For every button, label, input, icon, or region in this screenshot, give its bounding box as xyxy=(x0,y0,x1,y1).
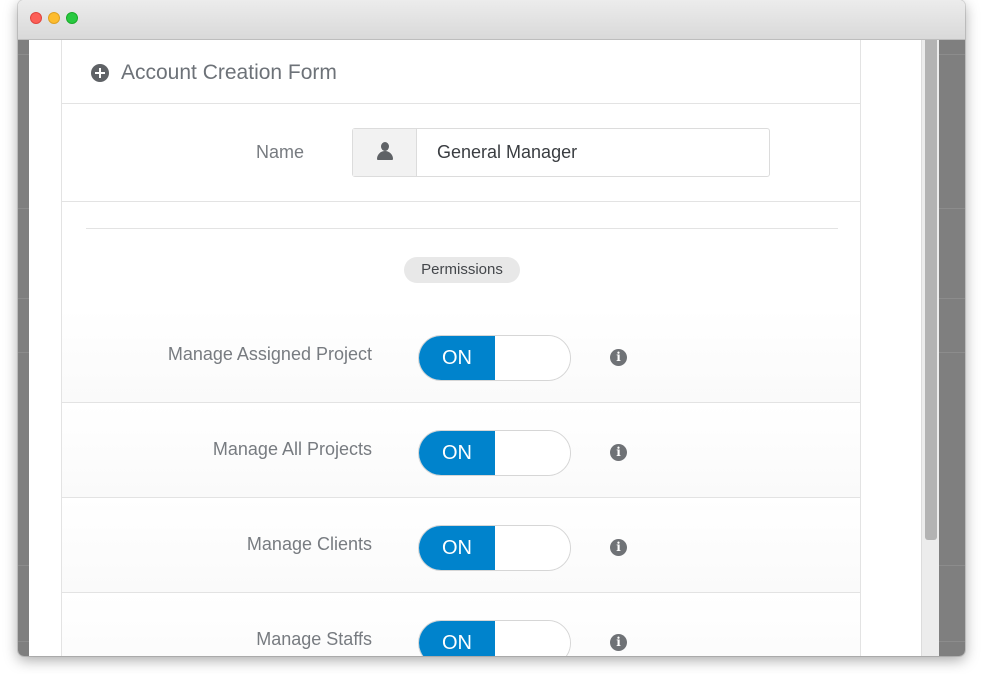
toggle-on-label: ON xyxy=(419,621,495,656)
permission-row-manage-assigned-project: Manage Assigned Project ON i xyxy=(62,308,860,403)
info-icon[interactable]: i xyxy=(610,539,627,556)
permission-label: Manage Staffs xyxy=(256,629,372,649)
name-input[interactable] xyxy=(417,129,769,176)
toggle-manage-assigned-project[interactable]: ON xyxy=(418,335,571,381)
window-titlebar xyxy=(18,0,965,40)
permission-label: Manage All Projects xyxy=(212,439,372,459)
minimize-window-button[interactable] xyxy=(48,12,60,24)
toggle-manage-staffs[interactable]: ON xyxy=(418,620,571,656)
toggle-manage-all-projects[interactable]: ON xyxy=(418,430,571,476)
toggle-off-side xyxy=(495,526,570,570)
info-icon[interactable]: i xyxy=(610,444,627,461)
toggle-on-label: ON xyxy=(419,336,495,380)
name-label: Name xyxy=(255,142,304,162)
toggle-manage-clients[interactable]: ON xyxy=(418,525,571,571)
permission-row-manage-all-projects: Manage All Projects ON i xyxy=(62,403,860,498)
close-window-button[interactable] xyxy=(30,12,42,24)
user-icon xyxy=(375,141,395,163)
permission-label: Manage Clients xyxy=(246,534,372,554)
toggle-off-side xyxy=(495,336,570,380)
maximize-window-button[interactable] xyxy=(66,12,78,24)
name-input-group xyxy=(352,128,770,177)
permissions-badge: Permissions xyxy=(404,257,520,283)
plus-circle-icon xyxy=(91,64,109,82)
info-icon[interactable]: i xyxy=(610,634,627,651)
permission-label: Manage Assigned Project xyxy=(167,344,372,364)
toggle-on-label: ON xyxy=(419,526,495,570)
browser-window: Account Creation Form Name Permissions M… xyxy=(18,0,965,656)
scrollbar-thumb[interactable] xyxy=(925,40,937,540)
toggle-off-side xyxy=(495,621,570,656)
toggle-off-side xyxy=(495,431,570,475)
permission-row-manage-clients: Manage Clients ON i xyxy=(62,498,860,593)
toggle-on-label: ON xyxy=(419,431,495,475)
form-header: Account Creation Form xyxy=(62,40,860,104)
modal-scrollbar[interactable] xyxy=(921,40,939,656)
info-icon[interactable]: i xyxy=(610,349,627,366)
account-creation-form: Account Creation Form Name Permissions M… xyxy=(61,40,861,656)
name-row: Name xyxy=(62,104,860,202)
form-title: Account Creation Form xyxy=(121,61,337,84)
permission-row-manage-staffs: Manage Staffs ON i xyxy=(62,593,860,656)
separator xyxy=(86,228,838,229)
name-input-addon xyxy=(353,129,417,176)
